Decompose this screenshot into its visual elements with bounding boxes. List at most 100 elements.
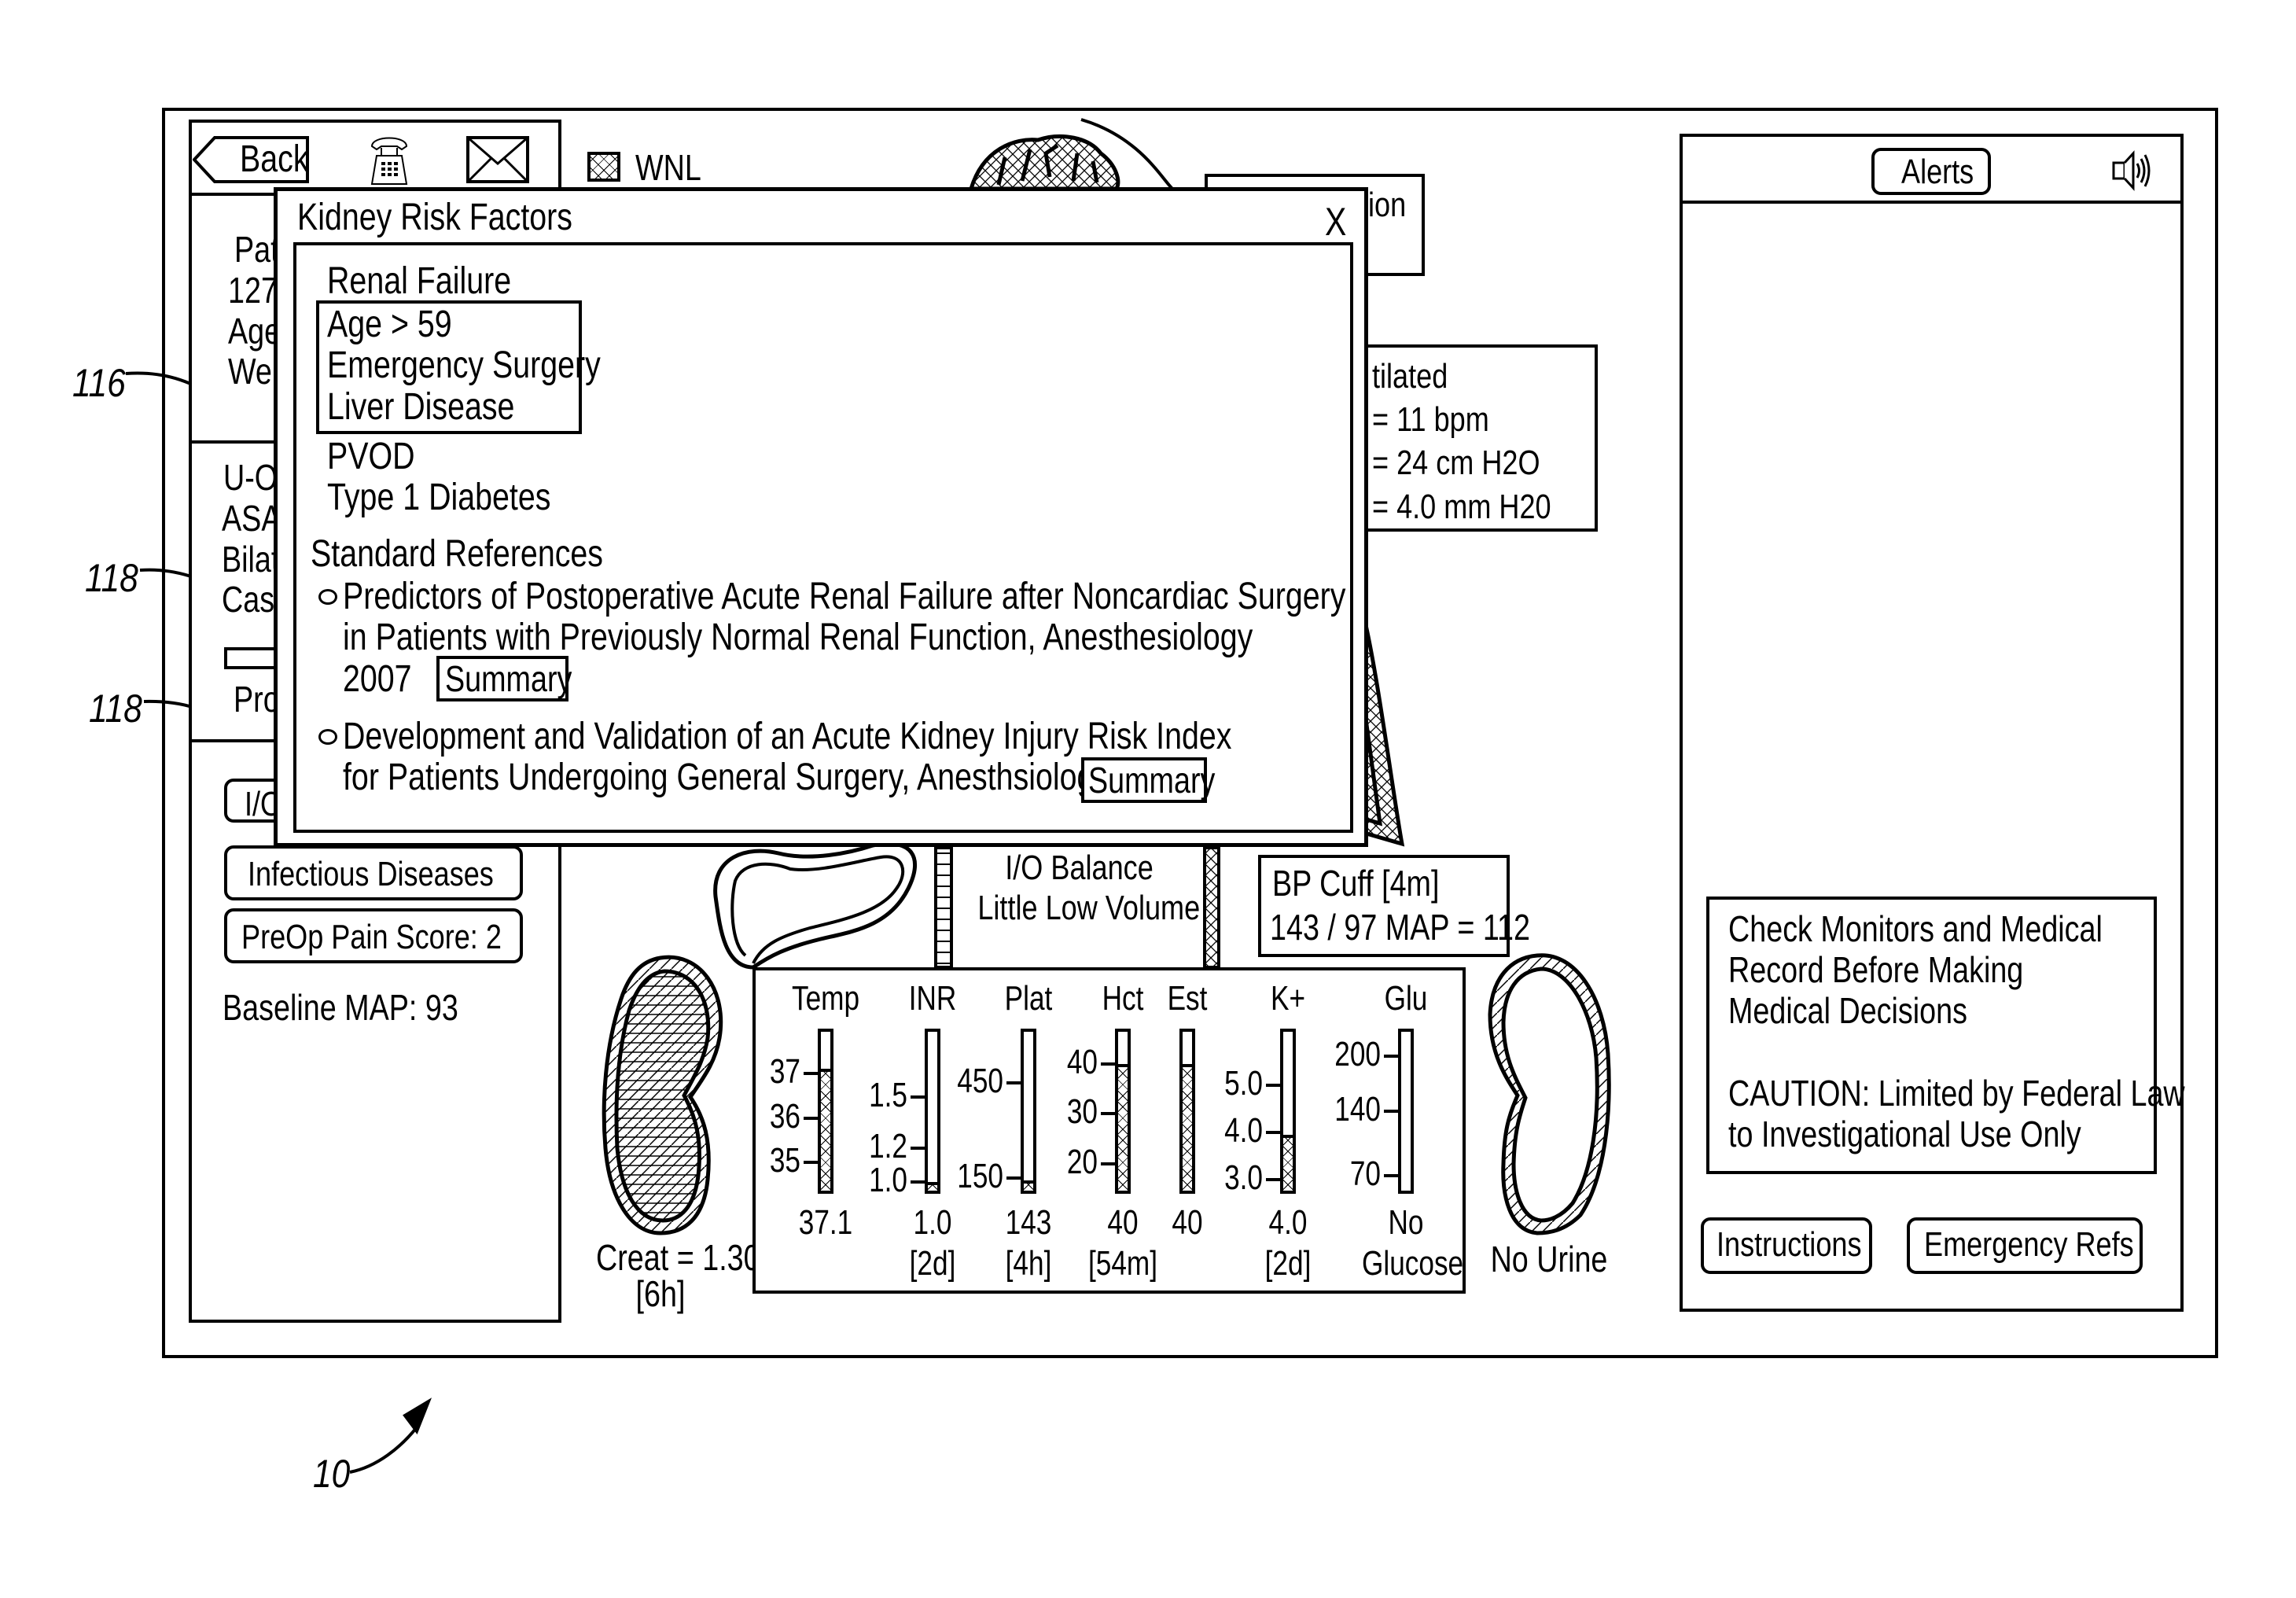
emergency-refs-button-label: Emergency Refs	[1924, 1225, 2134, 1264]
right-kidney-icon[interactable]	[1488, 953, 1611, 1235]
brain-icon[interactable]	[968, 118, 1181, 193]
io-left-bar	[934, 846, 953, 969]
lab-tick	[1266, 1178, 1280, 1181]
lab-value: 1.0	[913, 1203, 952, 1242]
lab-age: [54m]	[1087, 1244, 1158, 1283]
lab-tick	[804, 1071, 818, 1075]
lab-tick-label: 200	[1334, 1035, 1381, 1073]
lab-tick-label: 35	[769, 1141, 800, 1180]
lab-gauge-fill	[1021, 1180, 1036, 1194]
lab-tick	[911, 1146, 925, 1150]
lab-tick-label: 37	[769, 1051, 800, 1091]
lab-tick-label: 30	[1066, 1092, 1098, 1132]
disclaimer-text: Check Monitors and Medical Record Before…	[1728, 906, 2285, 1154]
wnl-legend-label: WNL	[635, 147, 701, 188]
io-balance-title: I/O Balance	[1005, 849, 1154, 887]
phone-icon[interactable]	[366, 132, 413, 187]
reference-numeral: 116	[72, 361, 126, 405]
risk-factor: Type 1 Diabetes	[327, 477, 551, 519]
ventilation-line: = 4.0 mm H20	[1372, 487, 1551, 526]
lab-column-header: INR	[908, 979, 957, 1018]
io-right-bar	[1203, 846, 1220, 969]
back-button-label[interactable]: Back	[240, 135, 309, 184]
lab-tick-label: 70	[1349, 1154, 1381, 1193]
lab-column-header: Temp	[791, 979, 860, 1018]
lab-tick	[911, 1180, 925, 1184]
lab-tick-label: 140	[1334, 1090, 1381, 1129]
preop-pain-score-button[interactable]: PreOp Pain Score: 2	[224, 908, 523, 963]
bp-cuff-reading: 143 / 97 MAP = 112	[1270, 907, 1530, 948]
infectious-diseases-label: Infectious Diseases	[248, 855, 494, 893]
lab-tick-label: 3.0	[1224, 1158, 1263, 1197]
lab-tick	[1101, 1162, 1115, 1165]
ventilation-line: tilated	[1372, 357, 1448, 396]
lab-value: 143	[1005, 1203, 1052, 1242]
alerts-button[interactable]: Alerts	[1871, 148, 1991, 195]
emergency-refs-button[interactable]: Emergency Refs	[1907, 1217, 2143, 1274]
bp-cuff-title: BP Cuff [4m]	[1272, 863, 1440, 904]
lab-age: Glucose	[1362, 1244, 1464, 1283]
lab-tick-label: 1.0	[869, 1160, 907, 1199]
lab-gauge-bar[interactable]	[925, 1029, 940, 1194]
lab-tick	[1006, 1176, 1021, 1180]
dialog-close-button[interactable]: X	[1325, 197, 1346, 248]
wnl-legend-swatch	[587, 152, 620, 182]
case-line: Cas	[222, 579, 275, 620]
io-balance-panel[interactable]: I/O Balance Little Low Volume	[955, 845, 1203, 963]
creatinine-age: [6h]	[635, 1273, 686, 1314]
infectious-diseases-button[interactable]: Infectious Diseases	[224, 845, 523, 900]
lab-gauge-fill	[1115, 1063, 1131, 1194]
lab-tick	[1101, 1062, 1115, 1066]
lab-column-header: Est	[1167, 979, 1208, 1018]
reference-numeral: 10	[313, 1452, 351, 1496]
lab-tick	[1384, 1173, 1398, 1177]
io-balance-status: Little Low Volume	[977, 889, 1201, 928]
lab-tick	[804, 1161, 818, 1165]
ventilation-line: = 11 bpm	[1372, 400, 1489, 440]
lab-value: No	[1388, 1203, 1424, 1242]
notice-line: Medical Decisions	[1728, 989, 1967, 1031]
lab-gauge-fill	[1280, 1135, 1296, 1194]
procedure-partial: Pro	[234, 679, 280, 720]
risk-category: Renal Failure	[327, 260, 512, 302]
mail-icon[interactable]	[465, 135, 530, 184]
alerts-header-divider	[1680, 201, 2184, 204]
lab-age: [2d]	[1264, 1244, 1312, 1283]
lab-gauge-bar[interactable]	[1021, 1029, 1036, 1194]
lab-tick-label: 40	[1066, 1042, 1098, 1081]
lab-gauge-bar[interactable]	[1398, 1029, 1414, 1194]
other-factors: PVOD Type 1 Diabetes	[327, 433, 600, 531]
lab-tick	[1266, 1084, 1280, 1087]
reference-numeral: 118	[85, 556, 138, 600]
reference-numeral: 118	[89, 687, 142, 731]
lab-tick	[1384, 1110, 1398, 1113]
lab-tick-label: 5.0	[1224, 1064, 1263, 1103]
dialog-title: Kidney Risk Factors	[297, 197, 572, 238]
lab-tick	[804, 1116, 818, 1120]
speaker-icon[interactable]	[2111, 149, 2151, 193]
lab-tick-label: 20	[1066, 1142, 1098, 1181]
caution-line: to Investigational Use Only	[1728, 1114, 2081, 1155]
reference-bullet-icon	[318, 589, 337, 605]
lab-tick	[1101, 1112, 1115, 1116]
lab-column-header: Plat	[1004, 979, 1053, 1018]
lab-tick-label: 150	[957, 1156, 1003, 1195]
reference-bullet-icon	[318, 729, 337, 745]
ventilation-line: = 24 cm H2O	[1372, 444, 1540, 483]
lab-tick	[1384, 1055, 1398, 1058]
lab-age: [2d]	[909, 1244, 956, 1283]
lab-tick-label: 36	[769, 1096, 800, 1136]
preop-pain-score-label: PreOp Pain Score: 2	[241, 918, 502, 956]
lab-value: 37.1	[798, 1203, 853, 1242]
reference-item[interactable]: Development and Validation of an Acute K…	[343, 712, 1427, 811]
lab-tick-label: 4.0	[1224, 1111, 1263, 1150]
summary-button-label: Summary	[1088, 760, 1216, 801]
lab-gauge-fill	[925, 1181, 940, 1194]
lab-tick	[911, 1095, 925, 1099]
baseline-map: Baseline MAP: 93	[223, 987, 458, 1028]
stomach-icon[interactable]	[713, 841, 917, 970]
risk-factor: Liver Disease	[327, 385, 515, 428]
left-kidney-icon[interactable]	[602, 955, 723, 1235]
instructions-button[interactable]: Instructions	[1701, 1217, 1872, 1274]
lab-gauge-fill	[818, 1069, 833, 1194]
